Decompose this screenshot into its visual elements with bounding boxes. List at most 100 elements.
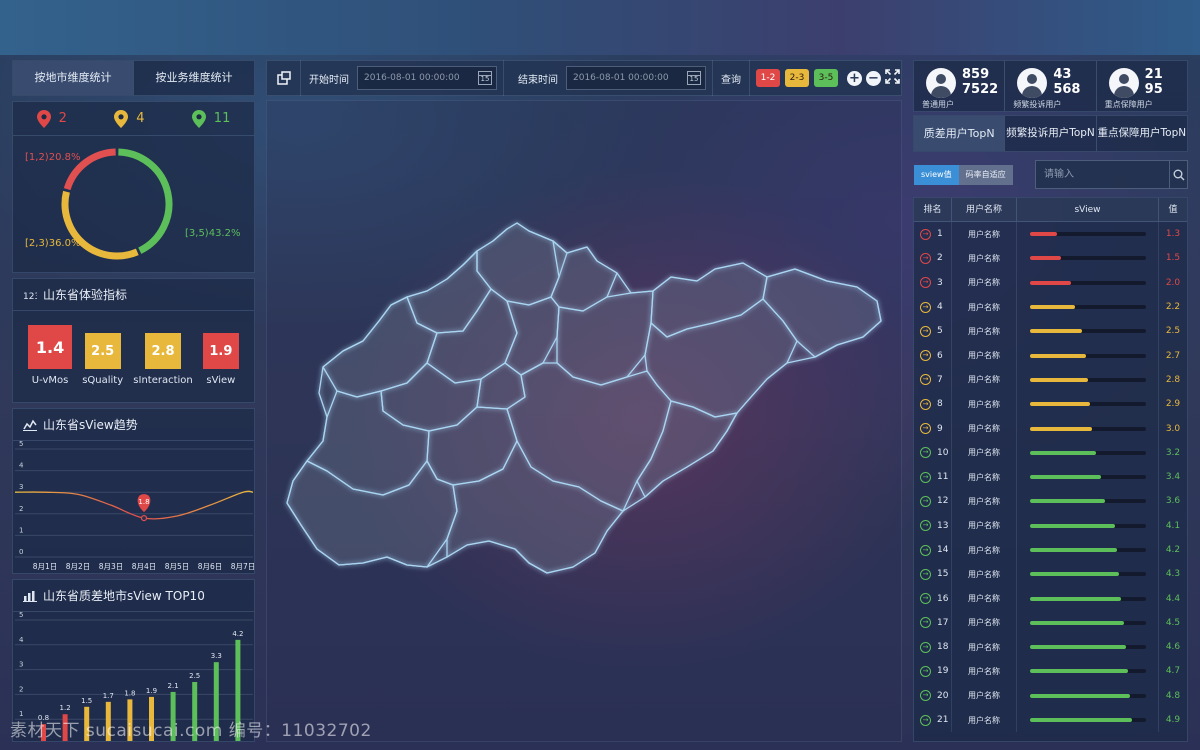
table-row[interactable]: → 19 用户名称 4.7 (914, 659, 1187, 684)
rank-number: 13 (937, 520, 949, 531)
search-button[interactable] (1169, 161, 1187, 188)
sview-value: 2.0 (1165, 277, 1181, 288)
rank-number: 5 (937, 326, 943, 337)
sview-bar-track (1029, 280, 1146, 285)
table-row[interactable]: → 4 用户名称 2.2 (914, 294, 1187, 320)
zoom-out-icon[interactable]: − (866, 70, 881, 86)
header-name[interactable]: 用户名称 (952, 198, 1017, 221)
y-tick-label: 2 (19, 685, 23, 693)
sview-bar-cell (1017, 294, 1159, 320)
table-row[interactable]: → 1 用户名称 1.3 (914, 222, 1187, 247)
table-row[interactable]: → 9 用户名称 3.0 (914, 416, 1187, 441)
arrow-circle-icon: → (920, 325, 931, 337)
sview-bar-track (1029, 232, 1146, 237)
table-row[interactable]: → 16 用户名称 4.4 (914, 586, 1187, 611)
sview-bar (1029, 450, 1097, 455)
indicator-label: sInteraction (133, 375, 193, 386)
trend-line (14, 490, 254, 520)
fullscreen-icon[interactable] (885, 68, 900, 88)
user-stats: 859 7522 普通用户 43 568 频繁投诉用户 21 95 重点保障用户 (913, 60, 1188, 112)
sview-value: 3.2 (1165, 447, 1181, 458)
tab-frequent-complaint[interactable]: 频繁投诉用户TopN (1004, 116, 1095, 151)
header-sview[interactable]: sView (1017, 198, 1159, 221)
filter-chip-2-3[interactable]: 2-3 (785, 69, 809, 87)
table-row[interactable]: → 12 用户名称 3.6 (914, 489, 1187, 514)
pin-count-green: 11 (213, 111, 231, 126)
map-pin-icon (114, 109, 129, 128)
divider (503, 60, 504, 96)
sview-value: 4.6 (1165, 642, 1181, 653)
sview-bar-cell (1017, 246, 1159, 271)
table-row[interactable]: → 2 用户名称 1.5 (914, 246, 1187, 271)
indicator-uvmos[interactable]: 1.4 U-vMos (28, 325, 73, 386)
end-time-input[interactable]: 2016-08-01 00:00:00 15 (566, 66, 706, 90)
table-row[interactable]: → 6 用户名称 2.7 (914, 343, 1187, 368)
indicator-squality[interactable]: 2.5 sQuality (82, 325, 123, 386)
stat-line2: 568 (1053, 82, 1081, 97)
sview-bar-track (1029, 475, 1146, 480)
rank-cell: → 11 (914, 464, 952, 490)
user-name: 用户名称 (952, 610, 1017, 636)
sview-bar (1029, 596, 1122, 601)
table-row[interactable]: → 10 用户名称 3.2 (914, 440, 1187, 465)
calendar-icon[interactable]: 15 (478, 71, 492, 85)
start-time-input[interactable]: 2016-08-01 00:00:00 15 (357, 66, 497, 90)
toggle-bitrate[interactable]: 码率自适应 (958, 165, 1013, 185)
arrow-circle-icon: → (920, 641, 931, 653)
rank-table-body: → 1 用户名称 1.3 → 2 用户名称 1.5 → 3 用户名称 2.0 → 4 用户名称 2.2 → 5 用户… (914, 222, 1187, 733)
stat-complaint-users[interactable]: 43 568 频繁投诉用户 (1005, 61, 1097, 111)
table-row[interactable]: → 20 用户名称 4.8 (914, 683, 1187, 708)
stat-number: 21 95 (1145, 67, 1163, 97)
toggle-sview[interactable]: sview值 (914, 165, 959, 185)
pin-yellow[interactable]: 4 (114, 109, 145, 128)
table-row[interactable]: → 21 用户名称 4.9 (914, 707, 1187, 733)
shandong-map[interactable] (267, 101, 903, 743)
trend-point[interactable] (140, 515, 148, 522)
bar-value-label: 1.9 (146, 687, 157, 695)
user-name: 用户名称 (952, 392, 1017, 417)
tab-poor-quality[interactable]: 质差用户TopN (914, 116, 1005, 151)
table-row[interactable]: → 11 用户名称 3.4 (914, 464, 1187, 490)
pin-green[interactable]: 11 (191, 109, 231, 128)
sview-bar-cell (1017, 343, 1159, 368)
layout-toggle[interactable] (267, 60, 301, 96)
stat-number: 43 568 (1053, 67, 1080, 97)
table-row[interactable]: → 5 用户名称 2.5 (914, 319, 1187, 344)
query-button[interactable]: 查询 (721, 71, 741, 86)
indicator-sinteraction[interactable]: 2.8 sInteraction (133, 325, 193, 386)
table-row[interactable]: → 15 用户名称 4.3 (914, 562, 1187, 587)
x-tick-label: 8月2日 (66, 562, 91, 571)
donut-segment[interactable] (118, 148, 173, 254)
tab-business-dimension[interactable]: 按业务维度统计 (133, 61, 254, 95)
window-icon (276, 71, 291, 85)
table-row[interactable]: → 8 用户名称 2.9 (914, 392, 1187, 417)
table-row[interactable]: → 14 用户名称 4.2 (914, 537, 1187, 563)
table-row[interactable]: → 7 用户名称 2.8 (914, 367, 1187, 393)
table-row[interactable]: → 18 用户名称 4.6 (914, 635, 1187, 660)
search-box (1035, 160, 1188, 189)
pin-red[interactable]: 2 (36, 109, 67, 128)
header-rank[interactable]: 排名 (914, 198, 952, 221)
calendar-icon[interactable]: 15 (687, 71, 701, 85)
table-row[interactable]: → 3 用户名称 2.0 (914, 270, 1187, 295)
zoom-in-icon[interactable]: + (847, 70, 862, 86)
stat-normal-users[interactable]: 859 7522 普通用户 (914, 61, 1006, 111)
stat-vip-users[interactable]: 21 95 重点保障用户 (1097, 61, 1187, 111)
tab-city-dimension[interactable]: 按地市维度统计 (13, 61, 133, 95)
table-row[interactable]: → 17 用户名称 4.5 (914, 610, 1187, 636)
user-name: 用户名称 (952, 537, 1017, 563)
sview-bar-cell (1017, 416, 1159, 441)
right-tabs: 质差用户TopN 频繁投诉用户TopN 重点保障用户TopN (913, 115, 1188, 152)
indicator-sview[interactable]: 1.9 sView (202, 325, 239, 386)
filter-chip-1-2[interactable]: 1-2 (756, 69, 780, 87)
tab-vip[interactable]: 重点保障用户TopN (1095, 116, 1187, 151)
search-input[interactable] (1036, 161, 1169, 188)
user-name: 用户名称 (952, 367, 1017, 393)
sview-bar (1029, 377, 1088, 382)
filter-chip-3-5[interactable]: 3-5 (814, 69, 838, 87)
header-value[interactable]: 值 (1159, 198, 1187, 221)
table-row[interactable]: → 13 用户名称 4.1 (914, 513, 1187, 538)
map-area[interactable] (266, 100, 902, 742)
rank-cell: → 21 (914, 707, 952, 733)
sview-bar (1029, 620, 1124, 625)
